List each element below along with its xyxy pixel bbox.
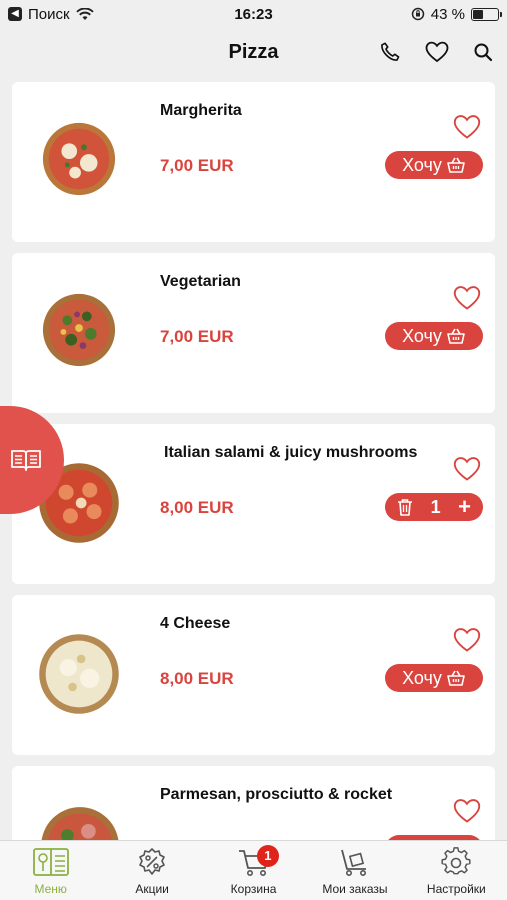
add-to-cart-button[interactable]: Хочу: [385, 322, 483, 350]
trash-icon[interactable]: [397, 498, 413, 516]
add-to-cart-button[interactable]: Хочу: [385, 664, 483, 692]
cart-badge: 1: [256, 845, 279, 867]
tab-bar: Меню Акции 1 Корзина Мои заказы Настройк…: [0, 840, 507, 900]
pizza-margherita-image: [40, 120, 118, 198]
product-price: 8,00 EUR: [160, 498, 234, 517]
favorite-heart-icon[interactable]: [453, 627, 481, 653]
product-name: Margherita: [160, 102, 242, 119]
battery-icon: [471, 7, 502, 21]
plus-icon[interactable]: +: [458, 496, 471, 518]
pizza-4-cheese-image: [36, 631, 122, 717]
battery-fill: [473, 9, 484, 19]
basket-icon: [447, 670, 465, 686]
status-back-label: Поиск: [28, 5, 70, 23]
tab-menu-label: Меню: [34, 882, 67, 896]
gear-icon: [441, 847, 471, 875]
battery-percent: 43 %: [430, 5, 465, 23]
favorite-heart-icon[interactable]: [453, 285, 481, 311]
menu-book-icon: [32, 848, 69, 876]
favorite-heart-icon[interactable]: [453, 456, 481, 482]
product-name: Vegetarian: [160, 273, 241, 290]
nav-bar: Pizza: [0, 28, 507, 76]
tab-menu[interactable]: Меню: [0, 841, 101, 900]
tab-cart-label: Корзина: [230, 882, 277, 896]
quantity-value: 1: [430, 496, 441, 517]
search-icon[interactable]: [473, 42, 493, 62]
orders-trolley-icon: [341, 849, 366, 876]
favorite-heart-icon[interactable]: [453, 798, 481, 824]
product-card-4-cheese[interactable]: 4 Cheese 8,00 EUR Хочу: [12, 595, 495, 755]
product-card-parmesan-prosciutto-rocket[interactable]: Parmesan, prosciutto & rocket: [12, 766, 495, 840]
add-to-cart-label: Хочу: [402, 325, 442, 346]
favorite-heart-icon[interactable]: [453, 114, 481, 140]
add-to-cart-label: Хочу: [402, 667, 442, 688]
wifi-icon: [75, 7, 94, 20]
product-name: 4 Cheese: [160, 615, 231, 632]
tab-my-orders-label: Мои заказы: [322, 882, 388, 896]
product-price: 7,00 EUR: [160, 156, 234, 175]
orientation-lock-icon: [411, 7, 425, 21]
basket-icon: [447, 157, 465, 173]
product-price: 7,00 EUR: [160, 327, 234, 346]
product-list[interactable]: Margherita 7,00 EUR Хочу Vegetarian 7,00…: [0, 82, 507, 840]
pizza-vegetarian-image: [40, 291, 118, 369]
product-price: 8,00 EUR: [160, 669, 234, 688]
tab-my-orders[interactable]: Мои заказы: [304, 841, 405, 900]
basket-icon: [447, 328, 465, 344]
product-name: Italian salami & juicy mushrooms: [164, 444, 418, 461]
pizza-parmesan-prosciutto-image: [38, 804, 122, 840]
tab-promotions-label: Акции: [135, 882, 169, 896]
add-to-cart-button[interactable]: Хочу: [385, 151, 483, 179]
tab-settings-label: Настройки: [426, 882, 486, 896]
quantity-stepper[interactable]: 1 +: [385, 493, 483, 521]
discount-icon: [139, 848, 165, 875]
status-back[interactable]: ◀ Поиск: [8, 6, 94, 23]
product-card-salami-mushrooms[interactable]: Italian salami & juicy mushrooms 8,00 EU…: [12, 424, 495, 584]
add-to-cart-label: Хочу: [402, 154, 442, 175]
product-card-vegetarian[interactable]: Vegetarian 7,00 EUR Хочу: [12, 253, 495, 413]
tab-promotions[interactable]: Акции: [101, 841, 202, 900]
tab-settings[interactable]: Настройки: [406, 841, 507, 900]
product-name: Parmesan, prosciutto & rocket: [160, 786, 393, 803]
back-arrow-icon: ◀: [8, 7, 22, 21]
phone-icon[interactable]: [379, 41, 401, 63]
favorites-heart-icon[interactable]: [425, 41, 449, 63]
product-card-margherita[interactable]: Margherita 7,00 EUR Хочу: [12, 82, 495, 242]
open-book-icon: [11, 450, 41, 471]
page-title: Pizza: [228, 40, 279, 63]
status-bar: ◀ Поиск 16:23 43 %: [0, 0, 507, 28]
tab-cart[interactable]: 1 Корзина: [203, 841, 304, 900]
